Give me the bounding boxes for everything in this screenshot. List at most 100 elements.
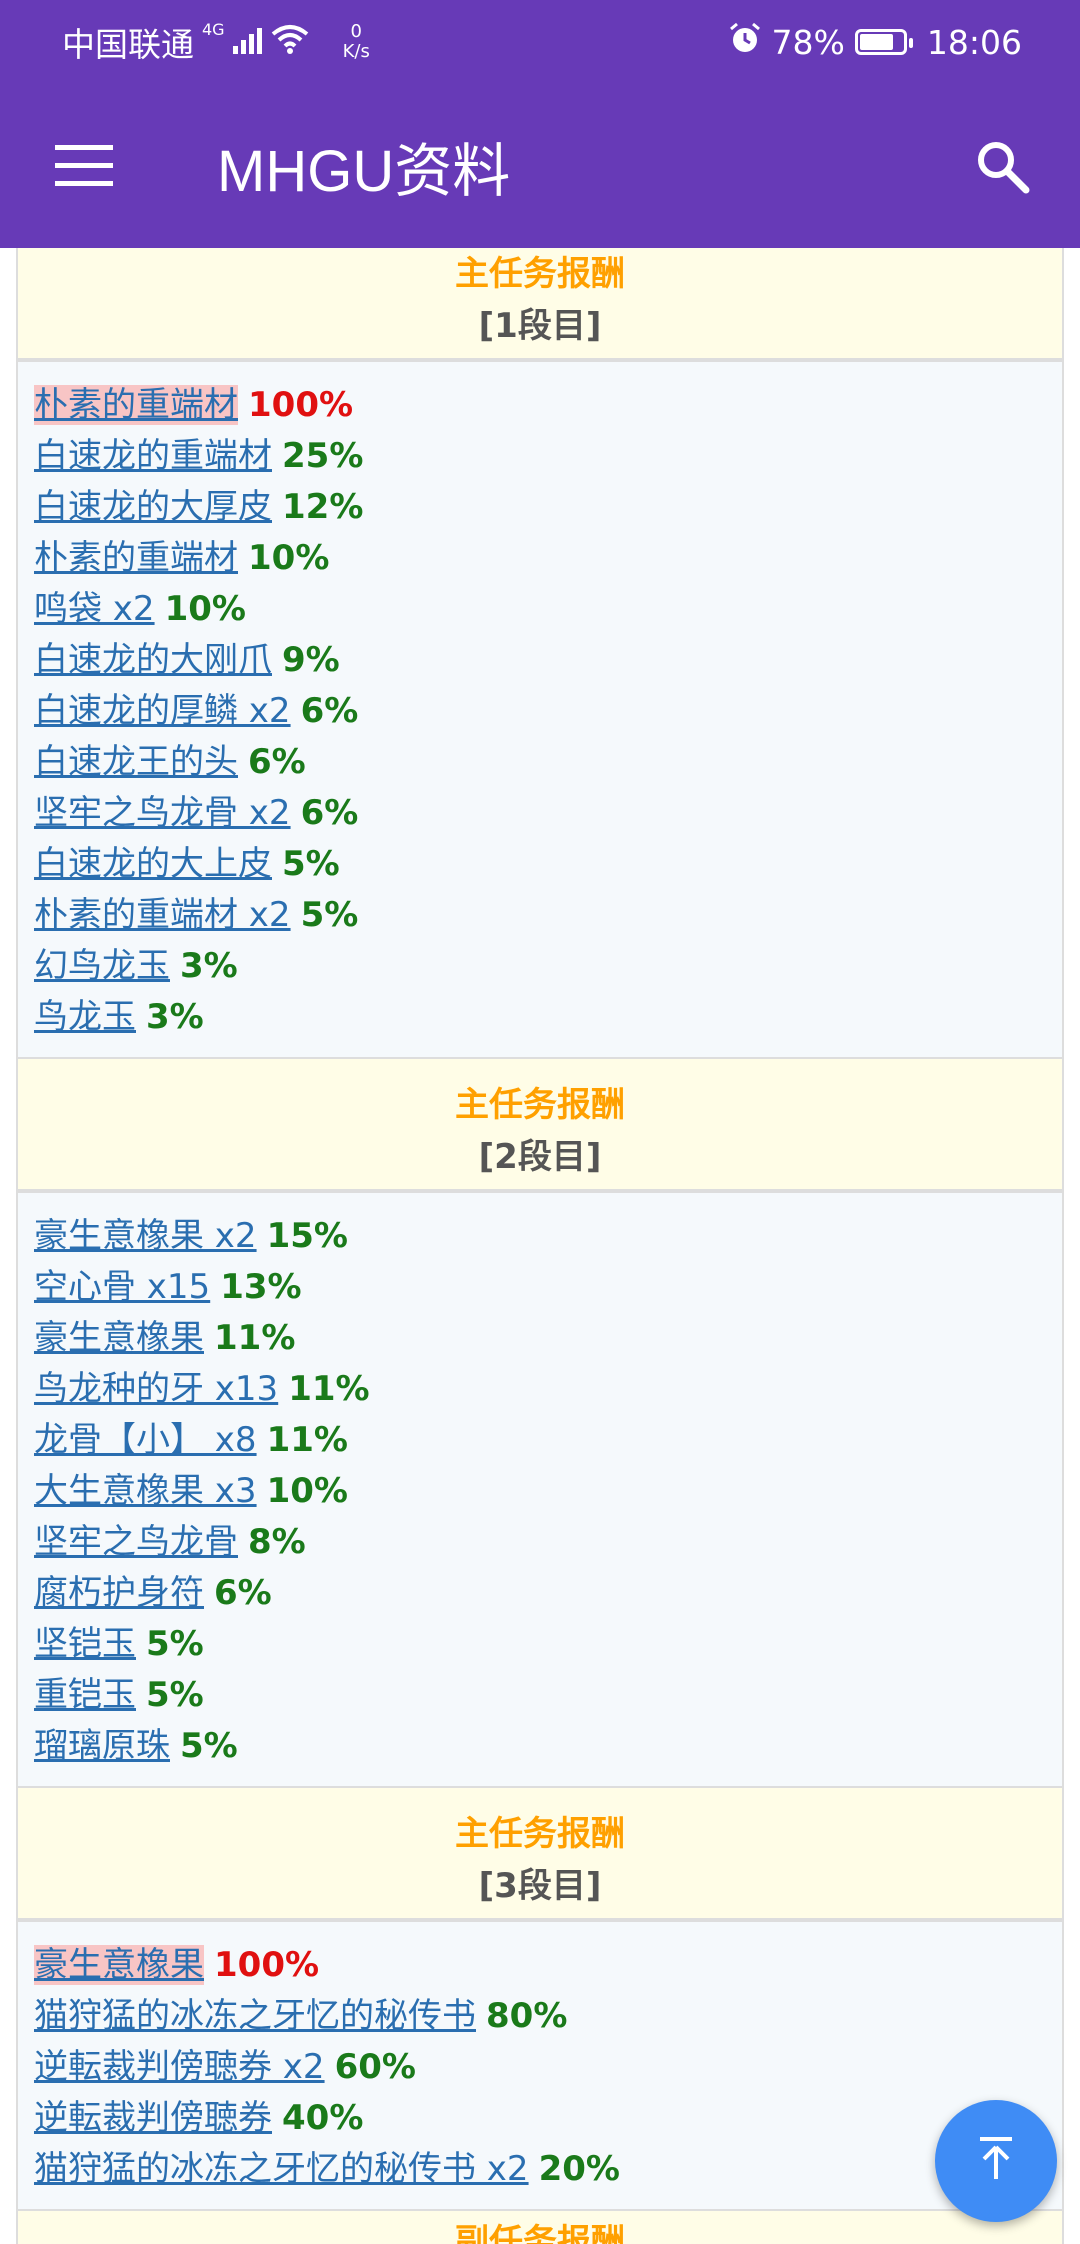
reward-item: 白速龙的大刚爪 9%	[34, 635, 1062, 686]
reward-item-link[interactable]: 朴素的重端材	[34, 385, 238, 425]
scroll-top-button[interactable]	[935, 2100, 1057, 2222]
reward-item-link[interactable]: 豪生意橡果	[34, 1945, 204, 1985]
reward-item: 豪生意橡果 100%	[34, 1940, 1062, 1991]
reward-item-percent: 10%	[248, 538, 330, 578]
signal-icon	[232, 23, 263, 62]
reward-item-percent: 40%	[282, 2098, 364, 2138]
reward-item-link[interactable]: 猫狩猛的冰冻之牙忆的秘传书 x2	[34, 2149, 529, 2189]
status-right: 78% 18:06	[728, 0, 1022, 84]
reward-item-percent: 6%	[300, 793, 359, 833]
reward-item-link[interactable]: 朴素的重端材 x2	[34, 895, 291, 935]
reward-item-link[interactable]: 大生意橡果 x3	[34, 1471, 257, 1511]
reward-item-link[interactable]: 幻鸟龙玉	[34, 946, 170, 986]
reward-item-link[interactable]: 重铠玉	[34, 1675, 136, 1715]
reward-item-percent: 20%	[538, 2149, 620, 2189]
battery-level	[859, 34, 893, 50]
reward-item-percent: 3%	[146, 997, 204, 1037]
reward-item: 白速龙的大上皮 5%	[34, 839, 1062, 890]
reward-item: 猫狩猛的冰冻之牙忆的秘传书 x2 20%	[34, 2144, 1062, 2195]
reward-item-link[interactable]: 白速龙的大刚爪	[34, 640, 272, 680]
reward-item-percent: 3%	[180, 946, 238, 986]
reward-item-link[interactable]: 逆転裁判傍聴券 x2	[34, 2047, 325, 2087]
search-icon	[974, 138, 1030, 198]
app-bar: MHGU资料	[0, 84, 1080, 248]
reward-content[interactable]: 主任务报酬 [1段目] 朴素的重端材 100% 白速龙的重端材 25% 白速龙的大厚皮 12%…	[0, 248, 1080, 2244]
reward-item-percent: 100%	[214, 1945, 320, 1985]
network-speed: 0 K/s	[343, 22, 370, 62]
alarm-icon	[728, 21, 762, 63]
reward-item-link[interactable]: 逆転裁判傍聴券	[34, 2098, 272, 2138]
reward-item-link[interactable]: 龙骨【小】 x8	[34, 1420, 257, 1460]
reward-item-link[interactable]: 瑠璃原珠	[34, 1726, 170, 1766]
reward-item-link[interactable]: 白速龙的大厚皮	[34, 487, 272, 527]
carrier-name: 中国联通	[62, 25, 194, 64]
reward-item-percent: 100%	[248, 385, 354, 425]
reward-item-percent: 60%	[334, 2047, 416, 2087]
reward-item-link[interactable]: 鸟龙玉	[34, 997, 136, 1037]
reward-item: 腐朽护身符 6%	[34, 1568, 1062, 1619]
reward-item-link[interactable]: 白速龙王的头	[34, 742, 238, 782]
reward-item-percent: 5%	[146, 1675, 204, 1715]
section-subtitle: [2段目]	[478, 1137, 602, 1177]
section-title: 主任务报酬	[455, 254, 625, 294]
reward-item-link[interactable]: 豪生意橡果 x2	[34, 1216, 257, 1256]
status-left: 中国联通 4G 0 K/s	[62, 0, 370, 84]
reward-item: 坚铠玉 5%	[34, 1619, 1062, 1670]
reward-table: 主任务报酬 [1段目] 朴素的重端材 100% 白速龙的重端材 25% 白速龙的大厚皮 12%…	[16, 248, 1064, 2244]
reward-item-link[interactable]: 坚牢之鸟龙骨	[34, 1522, 238, 1562]
reward-item: 鸟龙玉 3%	[34, 992, 1062, 1043]
status-bar: 中国联通 4G 0 K/s 78% 18:06	[0, 0, 1080, 84]
section-title: 副任务报酬	[455, 2222, 625, 2244]
reward-item: 白速龙的重端材 25%	[34, 431, 1062, 482]
battery-percent: 78%	[771, 22, 845, 62]
reward-item: 幻鸟龙玉 3%	[34, 941, 1062, 992]
speed-value: 0	[350, 21, 362, 42]
clock: 18:06	[926, 22, 1022, 62]
reward-item-percent: 10%	[164, 589, 246, 629]
reward-item: 猫狩猛的冰冻之牙忆的秘传书 80%	[34, 1991, 1062, 2042]
menu-button[interactable]	[40, 124, 128, 212]
search-button[interactable]	[958, 124, 1046, 212]
reward-item-percent: 5%	[282, 844, 340, 884]
reward-item-percent: 11%	[214, 1318, 296, 1358]
reward-item-percent: 5%	[300, 895, 359, 935]
reward-item-link[interactable]: 空心骨 x15	[34, 1267, 210, 1307]
section-header: 主任务报酬 [1段目]	[16, 248, 1064, 360]
reward-item-percent: 8%	[248, 1522, 306, 1562]
reward-item-link[interactable]: 坚铠玉	[34, 1624, 136, 1664]
reward-item-link[interactable]: 坚牢之鸟龙骨 x2	[34, 793, 291, 833]
reward-item-link[interactable]: 鸟龙种的牙 x13	[34, 1369, 278, 1409]
section-title: 主任务报酬	[455, 1814, 625, 1854]
reward-item: 逆転裁判傍聴券 40%	[34, 2093, 1062, 2144]
reward-item-link[interactable]: 白速龙的大上皮	[34, 844, 272, 884]
reward-item-percent: 5%	[180, 1726, 238, 1766]
reward-item: 鸣袋 x2 10%	[34, 584, 1062, 635]
reward-item-percent: 5%	[146, 1624, 204, 1664]
reward-item: 朴素的重端材 x2 5%	[34, 890, 1062, 941]
arrow-up-to-top-icon	[976, 2137, 1016, 2185]
reward-item: 豪生意橡果 x2 15%	[34, 1211, 1062, 1262]
reward-item-link[interactable]: 猫狩猛的冰冻之牙忆的秘传书	[34, 1996, 476, 2036]
reward-item: 重铠玉 5%	[34, 1670, 1062, 1721]
reward-item-percent: 6%	[248, 742, 306, 782]
section-body: 豪生意橡果 x2 15% 空心骨 x15 13% 豪生意橡果 11% 鸟龙种的牙 x13 11…	[16, 1191, 1064, 1786]
reward-item: 白速龙王的头 6%	[34, 737, 1062, 788]
reward-item-percent: 25%	[282, 436, 364, 476]
reward-item: 坚牢之鸟龙骨 x2 6%	[34, 788, 1062, 839]
reward-item-percent: 6%	[214, 1573, 272, 1613]
reward-item-link[interactable]: 白速龙的重端材	[34, 436, 272, 476]
reward-item-link[interactable]: 鸣袋 x2	[34, 589, 155, 629]
reward-item: 白速龙的大厚皮 12%	[34, 482, 1062, 533]
wifi-icon	[271, 23, 309, 62]
reward-item: 白速龙的厚鳞 x2 6%	[34, 686, 1062, 737]
reward-item: 瑠璃原珠 5%	[34, 1721, 1062, 1772]
reward-item-link[interactable]: 腐朽护身符	[34, 1573, 204, 1613]
section-body: 朴素的重端材 100% 白速龙的重端材 25% 白速龙的大厚皮 12% 朴素的重端材 10% 鸣…	[16, 360, 1064, 1057]
reward-item-link[interactable]: 朴素的重端材	[34, 538, 238, 578]
reward-item: 朴素的重端材 10%	[34, 533, 1062, 584]
reward-item-link[interactable]: 白速龙的厚鳞 x2	[34, 691, 291, 731]
reward-item-percent: 10%	[266, 1471, 348, 1511]
section-title: 主任务报酬	[455, 1085, 625, 1125]
reward-item-link[interactable]: 豪生意橡果	[34, 1318, 204, 1358]
section-subtitle: [1段目]	[478, 306, 602, 346]
